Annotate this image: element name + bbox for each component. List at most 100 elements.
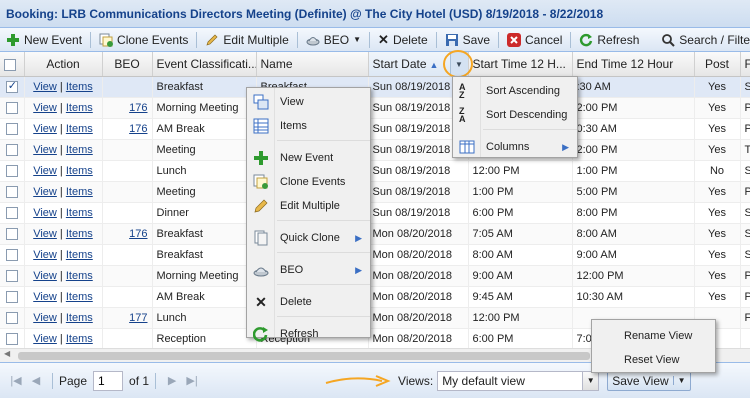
menu-item-delete[interactable]: ✕ Delete (247, 290, 370, 314)
col-header-beo[interactable]: BEO (102, 52, 153, 77)
table-row[interactable]: View | ItemsBreakfastBreakfastSun 08/19/… (0, 76, 750, 98)
items-link[interactable]: Items (66, 165, 93, 177)
row-checkbox-cell[interactable] (0, 181, 25, 203)
row-checkbox-cell[interactable] (0, 97, 25, 119)
table-row[interactable]: View | Items 176 AM Break Sun 08/19/2018 0:3… (0, 118, 750, 140)
row-checkbox-cell[interactable] (0, 139, 25, 161)
menu-item-clone-events[interactable]: Clone Events (247, 170, 370, 194)
view-link[interactable]: View (33, 165, 57, 177)
row-checkbox[interactable] (5, 185, 18, 198)
view-link[interactable]: View (33, 312, 57, 324)
col-header-extra[interactable]: Fu (740, 52, 750, 77)
beo-link[interactable]: 177 (129, 312, 147, 324)
menu-item-refresh[interactable]: Refresh (247, 322, 370, 346)
col-header-post[interactable]: Post (694, 52, 741, 77)
col-header-start-time[interactable]: Start Time 12 H... (468, 52, 573, 77)
row-checkbox[interactable] (5, 79, 18, 93)
beo-button[interactable]: BEO ▼ (300, 29, 367, 51)
views-select[interactable]: My default view ▼ (437, 370, 600, 391)
beo-link[interactable]: 176 (129, 123, 147, 135)
row-checkbox[interactable] (5, 248, 18, 261)
table-row[interactable]: View | Items 176 Morning Meeting Sun 08/19/… (0, 97, 750, 119)
page-number-input[interactable] (93, 370, 124, 391)
menu-item-new-event[interactable]: New Event (247, 146, 370, 170)
beo-link[interactable]: 176 (129, 102, 147, 114)
table-row[interactable]: View | Items Dinner Sun 08/19/2018 6:00 PM 8… (0, 202, 750, 224)
items-link[interactable]: Items (66, 291, 93, 303)
col-header-name[interactable]: Name (256, 52, 369, 77)
menu-item-columns[interactable]: Columns ▶ (453, 135, 577, 159)
view-link[interactable]: View (33, 123, 57, 135)
next-page-button[interactable]: ▶ (164, 373, 180, 389)
row-checkbox[interactable] (5, 290, 18, 303)
row-checkbox-cell[interactable] (0, 244, 25, 266)
row-checkbox[interactable] (5, 311, 18, 324)
table-row[interactable]: View | Items Morning Meeting Mon 08/20/201… (0, 265, 750, 287)
view-link[interactable]: View (33, 249, 57, 261)
table-row[interactable]: View | Items Meeting Sun 08/19/2018 1:00 PM… (0, 181, 750, 203)
menu-item-rename-view[interactable]: Rename View (592, 324, 715, 348)
last-page-button[interactable]: ▶| (184, 373, 200, 389)
menu-item-view[interactable]: View (247, 90, 370, 114)
row-checkbox[interactable] (5, 101, 18, 114)
row-checkbox-cell[interactable] (0, 328, 25, 348)
view-link[interactable]: View (33, 207, 57, 219)
row-checkbox-cell[interactable] (0, 118, 25, 140)
view-link[interactable]: View (33, 144, 57, 156)
items-link[interactable]: Items (66, 186, 93, 198)
items-link[interactable]: Items (66, 228, 93, 240)
col-header-end-time[interactable]: End Time 12 Hour (572, 52, 695, 77)
items-link[interactable]: Items (66, 102, 93, 114)
items-link[interactable]: Items (66, 249, 93, 261)
row-checkbox-cell[interactable] (0, 286, 25, 308)
new-event-button[interactable]: New Event (0, 29, 88, 51)
row-checkbox[interactable] (5, 227, 18, 240)
save-view-button[interactable]: Save View ▼ (607, 370, 691, 391)
table-row[interactable]: View | Items AM Break Mon 08/20/2018 9:45 A… (0, 286, 750, 308)
refresh-button[interactable]: Refresh (573, 29, 645, 51)
menu-item-sort-descending[interactable]: ZA Sort Descending (453, 103, 577, 127)
row-checkbox-cell[interactable] (0, 160, 25, 182)
table-row[interactable]: View | Items Lunch Sun 08/19/2018 12:00 PM 1… (0, 160, 750, 182)
chevron-down-icon[interactable]: ▼ (582, 371, 599, 390)
scroll-left-arrow-icon[interactable]: ◀ (4, 349, 10, 358)
row-checkbox[interactable] (5, 269, 18, 282)
delete-button[interactable]: ✕ Delete (372, 29, 434, 51)
prev-page-button[interactable]: ◀ (28, 373, 44, 389)
edit-multiple-button[interactable]: Edit Multiple (199, 29, 294, 51)
row-checkbox[interactable] (5, 122, 18, 135)
items-link[interactable]: Items (66, 144, 93, 156)
row-checkbox[interactable] (5, 143, 18, 156)
items-link[interactable]: Items (66, 312, 93, 324)
view-link[interactable]: View (33, 102, 57, 114)
view-link[interactable]: View (33, 291, 57, 303)
col-header-event-classification[interactable]: Event Classificati... (152, 52, 257, 77)
menu-item-sort-ascending[interactable]: AZ Sort Ascending (453, 79, 577, 103)
menu-item-quick-clone[interactable]: Quick Clone ▶ (247, 226, 370, 250)
menu-item-beo[interactable]: BEO ▶ (247, 258, 370, 282)
items-link[interactable]: Items (66, 333, 93, 345)
table-row[interactable]: View | Items Breakfast Mon 08/20/2018 8:00 … (0, 244, 750, 266)
view-link[interactable]: View (33, 186, 57, 198)
row-checkbox[interactable] (5, 164, 18, 177)
items-link[interactable]: Items (66, 207, 93, 219)
table-row[interactable]: View | Items 176 Breakfast Mon 08/20/2018 7:… (0, 223, 750, 245)
chevron-down-icon[interactable]: ▼ (672, 376, 686, 385)
menu-item-edit-multiple[interactable]: Edit Multiple (247, 194, 370, 218)
search-filter-button[interactable]: Search / Filte (655, 29, 750, 51)
row-checkbox-cell[interactable] (0, 265, 25, 287)
row-checkbox-cell[interactable] (0, 307, 25, 329)
clone-events-button[interactable]: Clone Events (93, 29, 194, 51)
menu-item-items[interactable]: Items (247, 114, 370, 138)
select-all-checkbox-header[interactable] (0, 52, 25, 77)
col-header-action[interactable]: Action (24, 52, 103, 77)
view-link[interactable]: View (33, 228, 57, 240)
table-row[interactable]: View | Items Meeting Sun 08/19/2018 2:00 PM… (0, 139, 750, 161)
items-link[interactable]: Items (66, 123, 93, 135)
cancel-button[interactable]: Cancel (501, 29, 568, 51)
row-checkbox-cell[interactable] (0, 76, 25, 98)
row-checkbox[interactable] (5, 206, 18, 219)
first-page-button[interactable]: |◀ (8, 373, 24, 389)
items-link[interactable]: Items (66, 270, 93, 282)
items-link[interactable]: Items (66, 81, 93, 93)
